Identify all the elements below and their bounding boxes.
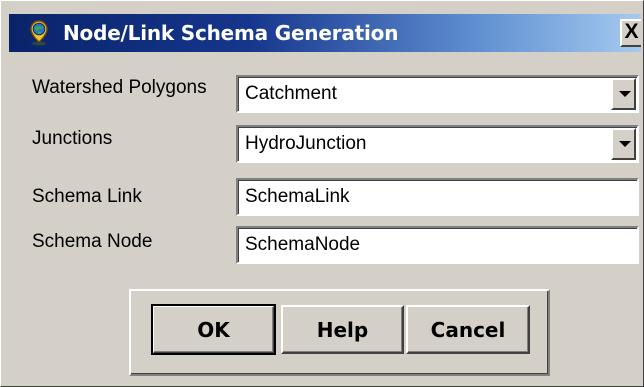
help-button[interactable]: Help xyxy=(281,305,404,354)
cancel-button[interactable]: Cancel xyxy=(406,305,530,354)
title-bar[interactable]: Node/Link Schema Generation X xyxy=(9,14,641,52)
window-title: Node/Link Schema Generation xyxy=(63,21,399,45)
globe-pin-icon xyxy=(25,19,53,47)
schema-node-value: SchemaNode xyxy=(245,234,361,255)
close-icon: X xyxy=(624,20,639,43)
schema-link-value: SchemaLink xyxy=(245,186,350,207)
junctions-select[interactable]: HydroJunction xyxy=(236,125,639,163)
watershed-polygons-value: Catchment xyxy=(245,83,337,104)
schema-node-input[interactable]: SchemaNode xyxy=(236,226,639,264)
close-button[interactable]: X xyxy=(620,19,641,47)
chevron-down-icon[interactable] xyxy=(611,128,636,160)
ok-button[interactable]: OK xyxy=(151,304,276,355)
schema-link-input[interactable]: SchemaLink xyxy=(236,178,639,216)
watershed-polygons-select[interactable]: Catchment xyxy=(236,75,639,113)
chevron-down-icon[interactable] xyxy=(611,78,636,110)
schema-generation-dialog: Node/Link Schema Generation X Watershed … xyxy=(0,0,644,387)
junctions-value: HydroJunction xyxy=(245,133,367,154)
junctions-label: Junctions xyxy=(32,128,113,149)
watershed-polygons-label: Watershed Polygons xyxy=(32,77,207,98)
schema-node-label: Schema Node xyxy=(32,231,153,252)
schema-link-label: Schema Link xyxy=(32,186,142,207)
